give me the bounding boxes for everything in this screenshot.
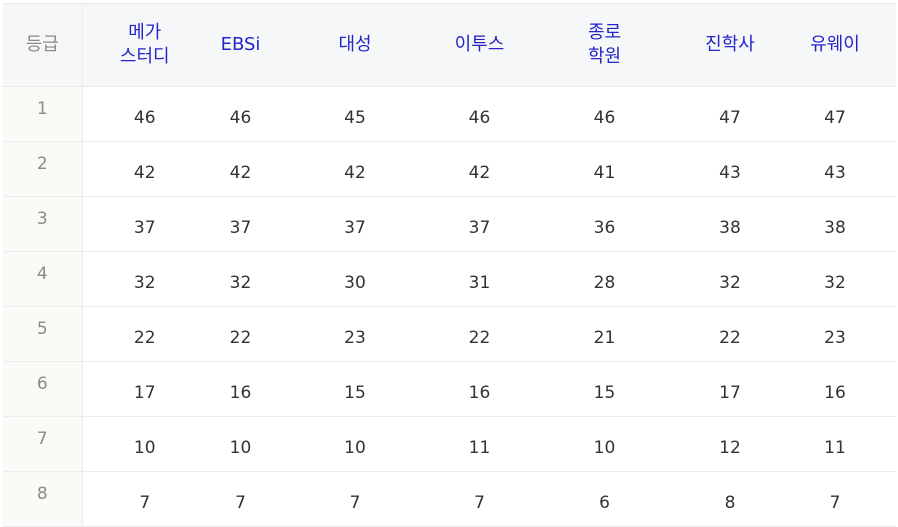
table-cell: 23 [774,306,896,362]
table-cell: 11 [436,416,523,472]
grade-cell: 6 [3,361,83,417]
table-cell: 43 [774,141,896,197]
table-cell: 38 [686,196,774,252]
table-cell: 11 [774,416,896,472]
header-megastudy-line2: 스터디 [119,46,170,67]
header-jongro-line2: 학원 [587,46,622,67]
header-uway-label: 유웨이 [810,34,860,55]
table-cell: 16 [436,361,523,417]
table-cell: 22 [686,306,774,362]
table-cell: 15 [523,361,686,417]
grade-cell: 5 [3,306,83,362]
table-cell: 47 [774,86,896,142]
table-cell: 46 [82,86,207,142]
table-cell: 42 [82,141,207,197]
table-cell: 12 [686,416,774,472]
table-cell: 43 [686,141,774,197]
header-daesung: 대성 [274,3,436,87]
table-cell: 22 [436,306,523,362]
table-row: 2 42 42 42 42 41 43 43 [3,141,896,197]
table-cell: 7 [436,471,523,527]
header-grade: 등급 [3,3,83,87]
header-row: 등급 메가 스터디 EBSi 대성 이투스 종로 학원 진학사 유웨이 [3,3,896,87]
table-cell: 7 [207,471,274,527]
table-cell: 38 [774,196,896,252]
table-cell: 45 [274,86,436,142]
table-cell: 32 [207,251,274,307]
table-cell: 22 [82,306,207,362]
header-jongro: 종로 학원 [523,3,686,87]
table-cell: 36 [523,196,686,252]
table-row: 5 22 22 23 22 21 22 23 [3,306,896,362]
table-cell: 46 [436,86,523,142]
table-cell: 31 [436,251,523,307]
table-cell: 7 [274,471,436,527]
table-cell: 37 [82,196,207,252]
table-cell: 28 [523,251,686,307]
header-jongro-line1: 종로 [587,22,622,43]
table-cell: 10 [207,416,274,472]
table-cell: 42 [436,141,523,197]
grade-cut-table: 등급 메가 스터디 EBSi 대성 이투스 종로 학원 진학사 유웨이 1 46… [3,3,896,527]
grade-cell: 4 [3,251,83,307]
table-cell: 41 [523,141,686,197]
table-cell: 37 [436,196,523,252]
table-cell: 32 [774,251,896,307]
table-row: 3 37 37 37 37 36 38 38 [3,196,896,252]
table-cell: 23 [274,306,436,362]
table-row: 8 7 7 7 7 6 8 7 [3,471,896,527]
grade-cell: 8 [3,471,83,527]
table-cell: 10 [82,416,207,472]
table-cell: 16 [774,361,896,417]
table-cell: 37 [274,196,436,252]
table-cell: 15 [274,361,436,417]
grade-cell: 3 [3,196,83,252]
table-cell: 32 [686,251,774,307]
grade-cell: 1 [3,86,83,142]
table-row: 7 10 10 10 11 10 12 11 [3,416,896,472]
header-jinhak: 진학사 [686,3,774,87]
grade-cell: 7 [3,416,83,472]
table-cell: 32 [82,251,207,307]
grade-cell: 2 [3,141,83,197]
header-daesung-label: 대성 [338,34,372,55]
table-cell: 17 [686,361,774,417]
header-ebsi-label: EBSi [220,34,261,55]
table-cell: 46 [523,86,686,142]
table-cell: 37 [207,196,274,252]
table-cell: 8 [686,471,774,527]
table-cell: 6 [523,471,686,527]
table-cell: 47 [686,86,774,142]
header-megastudy: 메가 스터디 [82,3,207,87]
table-cell: 46 [207,86,274,142]
table-cell: 21 [523,306,686,362]
table-cell: 22 [207,306,274,362]
table-cell: 7 [82,471,207,527]
table-cell: 16 [207,361,274,417]
table-cell: 30 [274,251,436,307]
header-ebsi: EBSi [207,3,274,87]
header-uway: 유웨이 [774,3,896,87]
table-cell: 10 [523,416,686,472]
table-cell: 10 [274,416,436,472]
table-cell: 42 [207,141,274,197]
table-cell: 42 [274,141,436,197]
table-row: 4 32 32 30 31 28 32 32 [3,251,896,307]
table-row: 1 46 46 45 46 46 47 47 [3,86,896,142]
header-etoos-label: 이투스 [454,34,505,55]
table-cell: 17 [82,361,207,417]
header-jinhak-label: 진학사 [705,34,755,55]
table-row: 6 17 16 15 16 15 17 16 [3,361,896,417]
header-etoos: 이투스 [436,3,523,87]
table-cell: 7 [774,471,896,527]
grade-cut-table-container: 등급 메가 스터디 EBSi 대성 이투스 종로 학원 진학사 유웨이 1 46… [3,3,896,527]
header-megastudy-line1: 메가 [128,22,162,43]
